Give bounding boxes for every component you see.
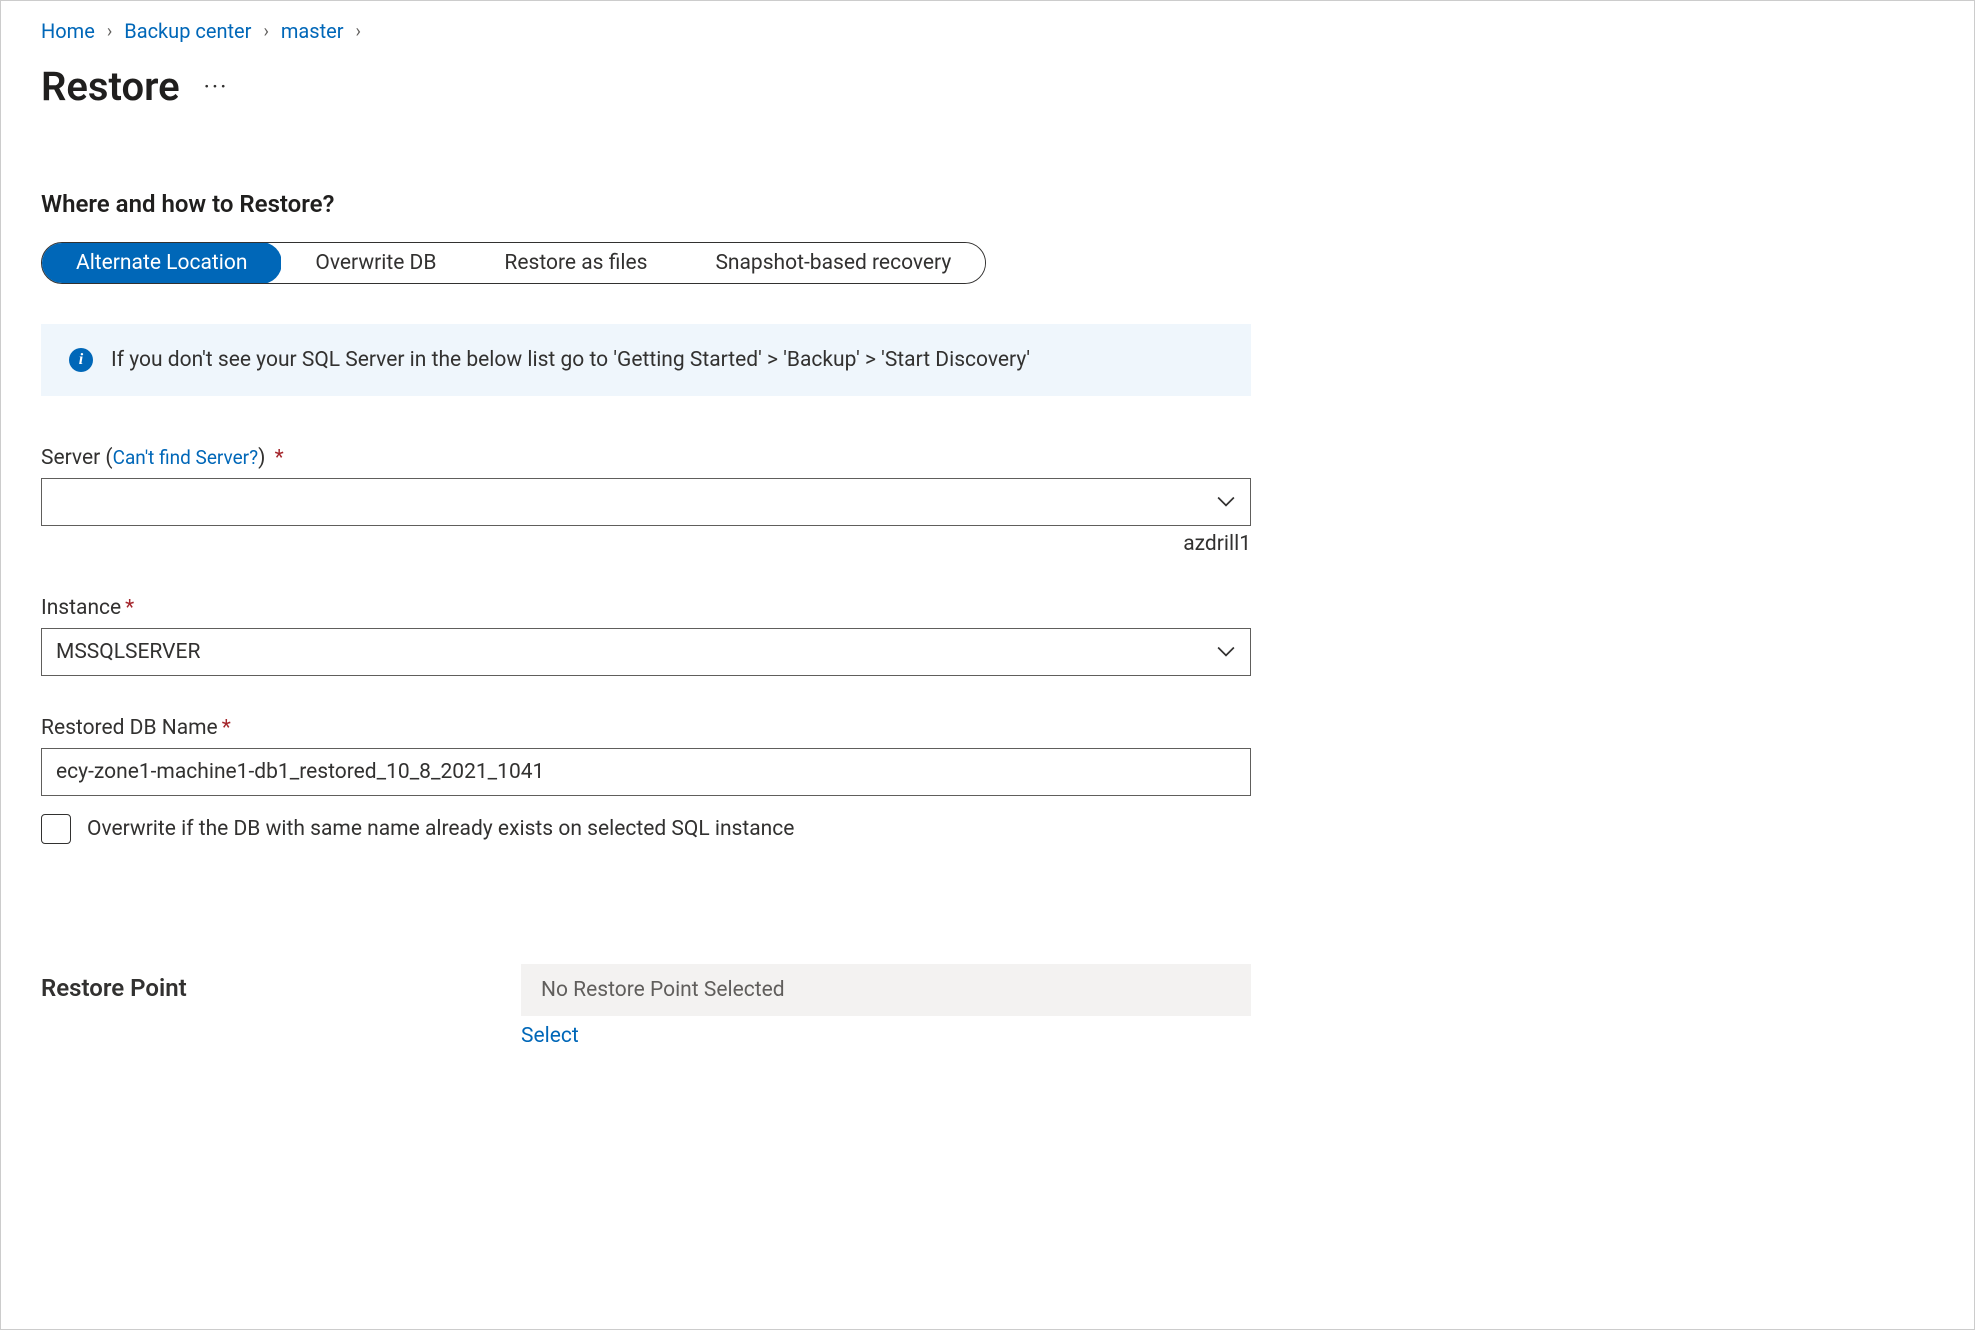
overwrite-checkbox[interactable] (41, 814, 71, 844)
chevron-right-icon: › (263, 21, 268, 42)
page-title: Restore (41, 63, 180, 110)
info-text: If you don't see your SQL Server in the … (111, 348, 1030, 372)
where-how-heading: Where and how to Restore? (41, 190, 1934, 218)
more-actions-icon[interactable]: ··· (204, 73, 229, 101)
instance-label: Instance* (41, 596, 1251, 620)
required-indicator: * (222, 716, 231, 740)
chevron-down-icon (1216, 646, 1236, 658)
restore-point-select-link[interactable]: Select (521, 1024, 1251, 1048)
chevron-right-icon: › (356, 21, 361, 42)
required-indicator: * (275, 446, 284, 470)
overwrite-checkbox-label: Overwrite if the DB with same name alrea… (87, 817, 794, 841)
restored-db-name-input[interactable] (56, 760, 1236, 784)
server-label: Server (Can't find Server?) * (41, 446, 1251, 470)
restore-point-value: No Restore Point Selected (521, 964, 1251, 1016)
chevron-down-icon (1216, 496, 1236, 508)
restored-db-name-input-wrapper (41, 748, 1251, 796)
restore-mode-tabs: Alternate Location Overwrite DB Restore … (41, 242, 986, 284)
chevron-right-icon: › (107, 21, 112, 42)
tab-alternate-location[interactable]: Alternate Location (41, 242, 282, 284)
restore-point-heading: Restore Point (41, 964, 521, 1002)
server-helper-text: azdrill1 (41, 532, 1251, 556)
tab-restore-as-files[interactable]: Restore as files (470, 243, 681, 283)
breadcrumb-master[interactable]: master (281, 19, 344, 43)
server-select[interactable] (41, 478, 1251, 526)
discovery-info-box: i If you don't see your SQL Server in th… (41, 324, 1251, 396)
instance-selected-value: MSSQLSERVER (56, 640, 200, 664)
info-icon: i (69, 348, 93, 372)
breadcrumb-backup-center[interactable]: Backup center (124, 19, 251, 43)
required-indicator: * (125, 596, 134, 620)
breadcrumb-home[interactable]: Home (41, 19, 95, 43)
restored-db-label: Restored DB Name* (41, 716, 1251, 740)
cant-find-server-link[interactable]: Can't find Server? (113, 446, 258, 469)
tab-overwrite-db[interactable]: Overwrite DB (281, 243, 470, 283)
tab-snapshot-recovery[interactable]: Snapshot-based recovery (681, 243, 985, 283)
instance-select[interactable]: MSSQLSERVER (41, 628, 1251, 676)
breadcrumb: Home › Backup center › master › (41, 19, 1934, 43)
